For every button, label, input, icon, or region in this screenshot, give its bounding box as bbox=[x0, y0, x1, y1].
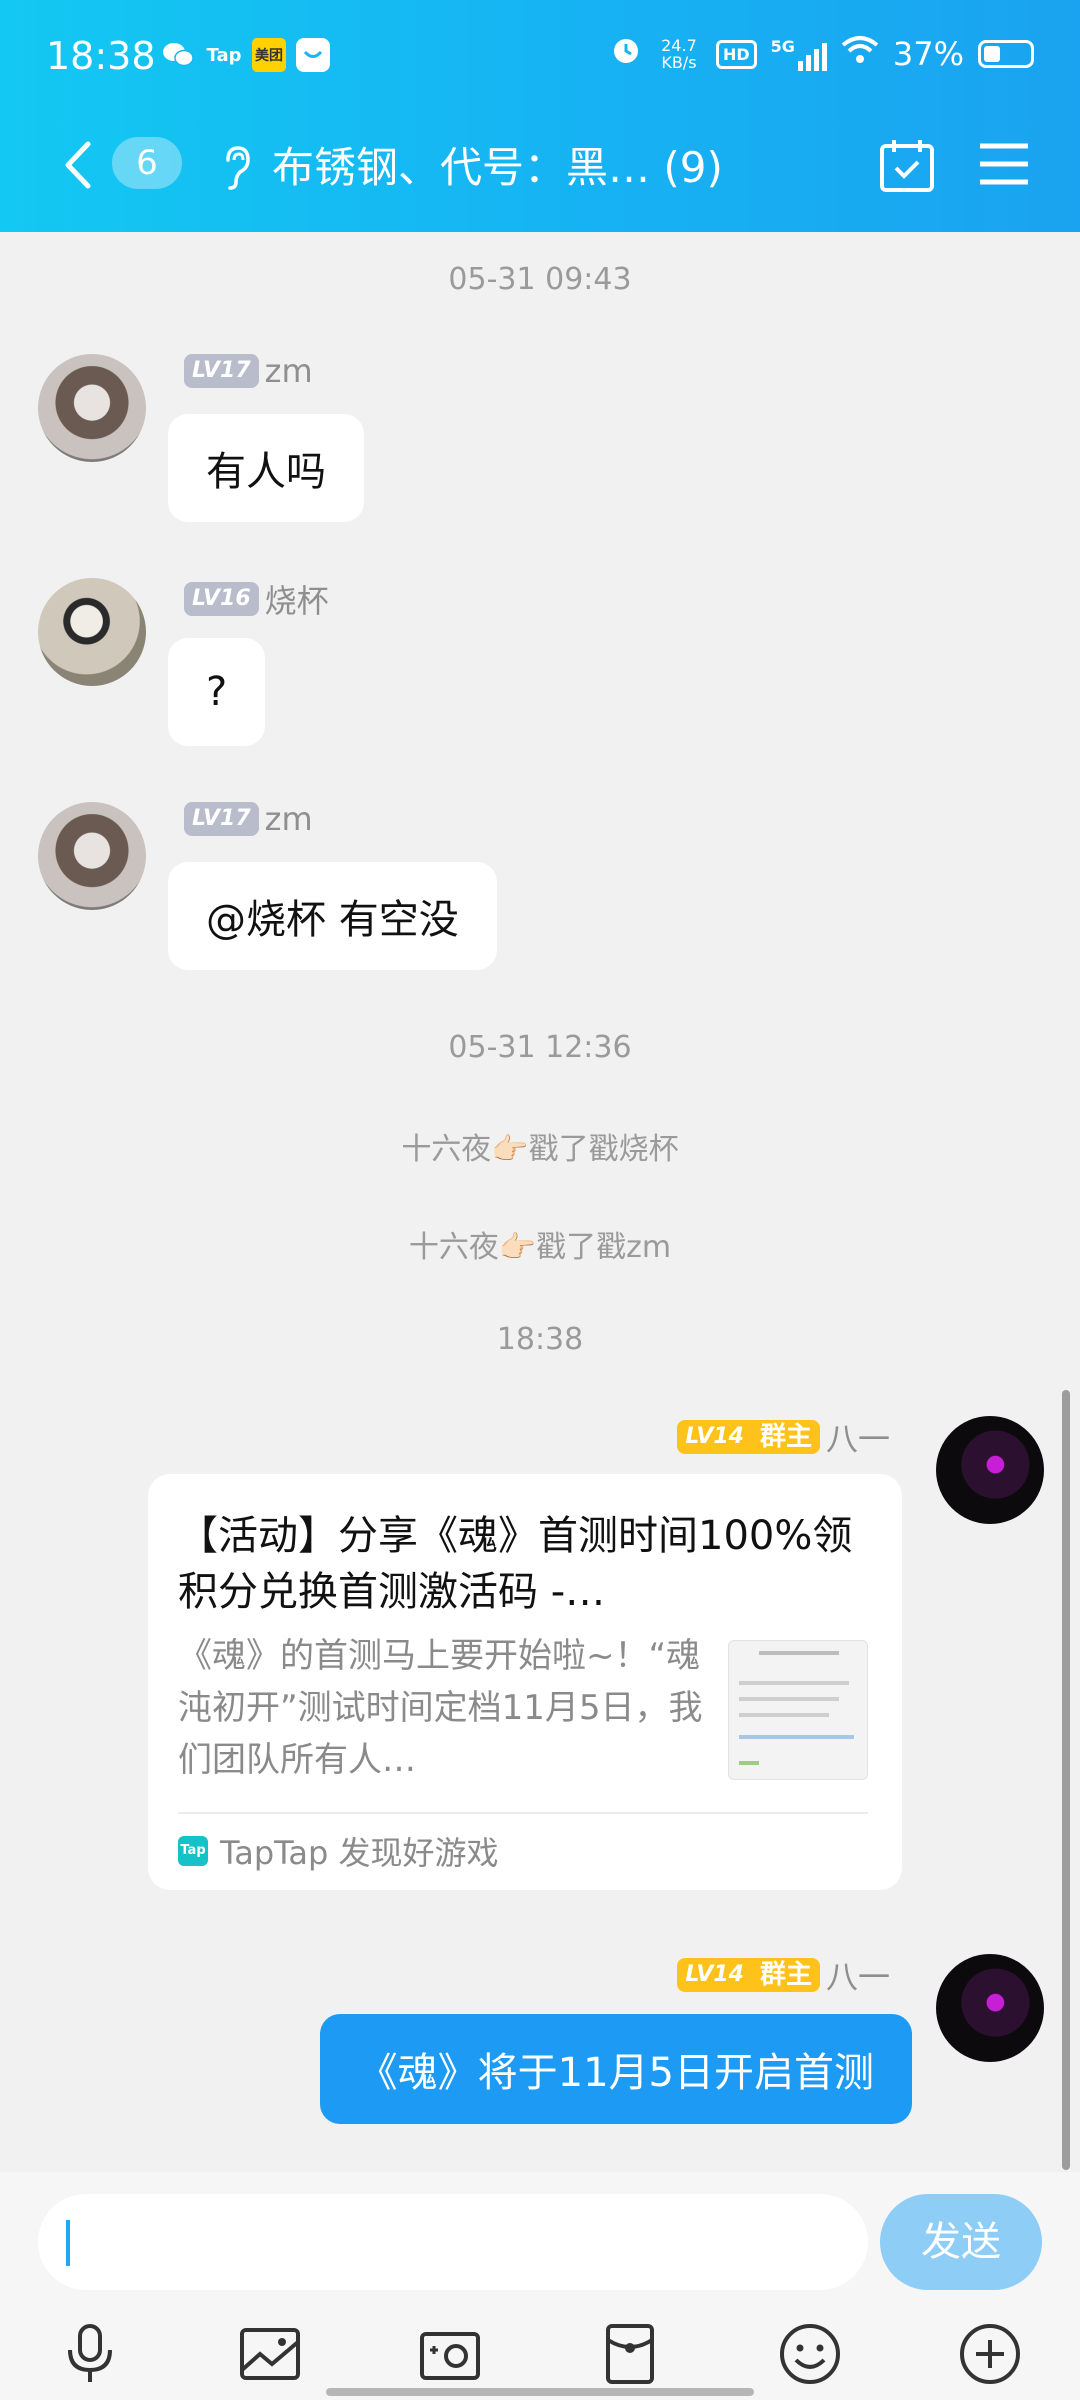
avatar[interactable] bbox=[38, 578, 146, 686]
taptap-icon: Tap bbox=[206, 44, 242, 66]
timestamp: 18:38 bbox=[496, 1322, 584, 1357]
chat-header: 18:38 Tap 美团 24.7 KB/s HD 5G 37% 6 布锈钢、代… bbox=[0, 0, 1080, 232]
net-speed: 24.7 KB/s bbox=[661, 36, 697, 72]
avatar[interactable] bbox=[936, 1954, 1044, 2062]
ear-mode-icon bbox=[218, 142, 254, 192]
level-badge: LV14 bbox=[677, 1420, 752, 1454]
sender-name: 八一 bbox=[825, 1420, 890, 1458]
system-message: 十六夜👉🏻戳了戳zm bbox=[408, 1230, 672, 1265]
sender-name: zm bbox=[264, 352, 313, 390]
sender-row: LV14 群主 八一 bbox=[677, 1414, 890, 1460]
wifi-icon bbox=[841, 35, 879, 73]
message-list[interactable]: 05-31 09:43 LV17 zm 有人吗 LV16 烧杯 ? LV17 z… bbox=[0, 232, 1080, 2172]
avatar[interactable] bbox=[936, 1416, 1044, 1524]
battery-text: 37% bbox=[892, 35, 964, 73]
plus-icon[interactable] bbox=[956, 2320, 1024, 2388]
timestamp: 05-31 12:36 bbox=[448, 1030, 632, 1065]
avatar[interactable] bbox=[38, 354, 146, 462]
owner-badge: 群主 bbox=[751, 1958, 820, 1992]
input-bar: 发送 bbox=[0, 2172, 1080, 2400]
sender-name: 八一 bbox=[825, 1958, 890, 1996]
chat-title[interactable]: 布锈钢、代号：黑… (9) bbox=[272, 134, 723, 195]
avatar[interactable] bbox=[38, 802, 146, 910]
back-icon[interactable] bbox=[58, 140, 98, 190]
image-icon[interactable] bbox=[236, 2320, 304, 2388]
system-message: 十六夜👉🏻戳了戳烧杯 bbox=[401, 1132, 679, 1167]
share-card[interactable]: 【活动】分享《魂》首测时间100%领积分兑换首测激活码 -… 《魂》的首测马上要… bbox=[148, 1474, 902, 1890]
message-input[interactable] bbox=[38, 2194, 868, 2290]
message-bubble[interactable]: @烧杯 有空没 bbox=[168, 862, 497, 970]
menu-icon[interactable] bbox=[978, 142, 1030, 186]
card-description: 《魂》的首测马上要开始啦~！“魂沌初开”测试时间定档11月5日，我们团队所有人… bbox=[178, 1636, 703, 1780]
network-type: 5G bbox=[770, 37, 795, 56]
sender-name: zm bbox=[264, 800, 313, 838]
alarm-icon bbox=[610, 34, 642, 74]
battery-icon bbox=[978, 40, 1034, 68]
card-thumbnail bbox=[728, 1640, 868, 1780]
wechat-icon bbox=[162, 38, 194, 72]
card-source: Tap TapTap 发现好游戏 bbox=[178, 1828, 499, 1874]
owner-badge: 群主 bbox=[751, 1420, 820, 1454]
status-time: 18:38 bbox=[46, 34, 156, 78]
signal-icon: 5G bbox=[771, 37, 827, 71]
message-bubble[interactable]: ? bbox=[168, 638, 266, 746]
level-badge: LV17 bbox=[184, 802, 259, 836]
sender-row: LV17 zm bbox=[184, 352, 313, 390]
message-bubble[interactable]: 《魂》将于11月5日开启首测 bbox=[319, 2014, 912, 2124]
red-packet-icon[interactable] bbox=[596, 2320, 664, 2388]
level-badge: LV16 bbox=[184, 582, 259, 616]
taptap-icon: Tap bbox=[178, 1836, 208, 1866]
message-bubble[interactable]: 有人吗 bbox=[168, 414, 364, 522]
timestamp: 05-31 09:43 bbox=[448, 262, 632, 297]
text-caret bbox=[66, 2220, 70, 2266]
status-right: 24.7 KB/s HD 5G 37% bbox=[610, 34, 1034, 74]
level-badge: LV14 bbox=[677, 1958, 752, 1992]
unread-badge[interactable]: 6 bbox=[112, 137, 182, 189]
home-indicator[interactable] bbox=[326, 2388, 754, 2396]
nav-bar: 6 布锈钢、代号：黑… (9) bbox=[0, 120, 1080, 210]
sender-row: LV16 烧杯 bbox=[184, 576, 329, 622]
level-badge: LV17 bbox=[184, 354, 259, 388]
divider bbox=[178, 1812, 868, 1814]
sender-row: LV14 群主 八一 bbox=[677, 1952, 890, 1998]
send-button[interactable]: 发送 bbox=[880, 2194, 1042, 2290]
status-bar: 18:38 Tap 美团 24.7 KB/s HD 5G 37% bbox=[0, 0, 1080, 110]
calendar-check-icon[interactable] bbox=[878, 138, 936, 194]
scrollbar[interactable] bbox=[1062, 1390, 1070, 2170]
message-icon bbox=[296, 38, 330, 72]
sender-name: 烧杯 bbox=[264, 582, 329, 620]
card-source-label: TapTap 发现好游戏 bbox=[220, 1834, 499, 1872]
card-title: 【活动】分享《魂》首测时间100%领积分兑换首测激活码 -… bbox=[178, 1513, 853, 1615]
hd-badge: HD bbox=[715, 39, 757, 69]
emoji-icon[interactable] bbox=[776, 2320, 844, 2388]
meituan-icon: 美团 bbox=[252, 38, 286, 72]
mic-icon[interactable] bbox=[56, 2320, 124, 2388]
sender-row: LV17 zm bbox=[184, 800, 313, 838]
camera-icon[interactable] bbox=[416, 2320, 484, 2388]
